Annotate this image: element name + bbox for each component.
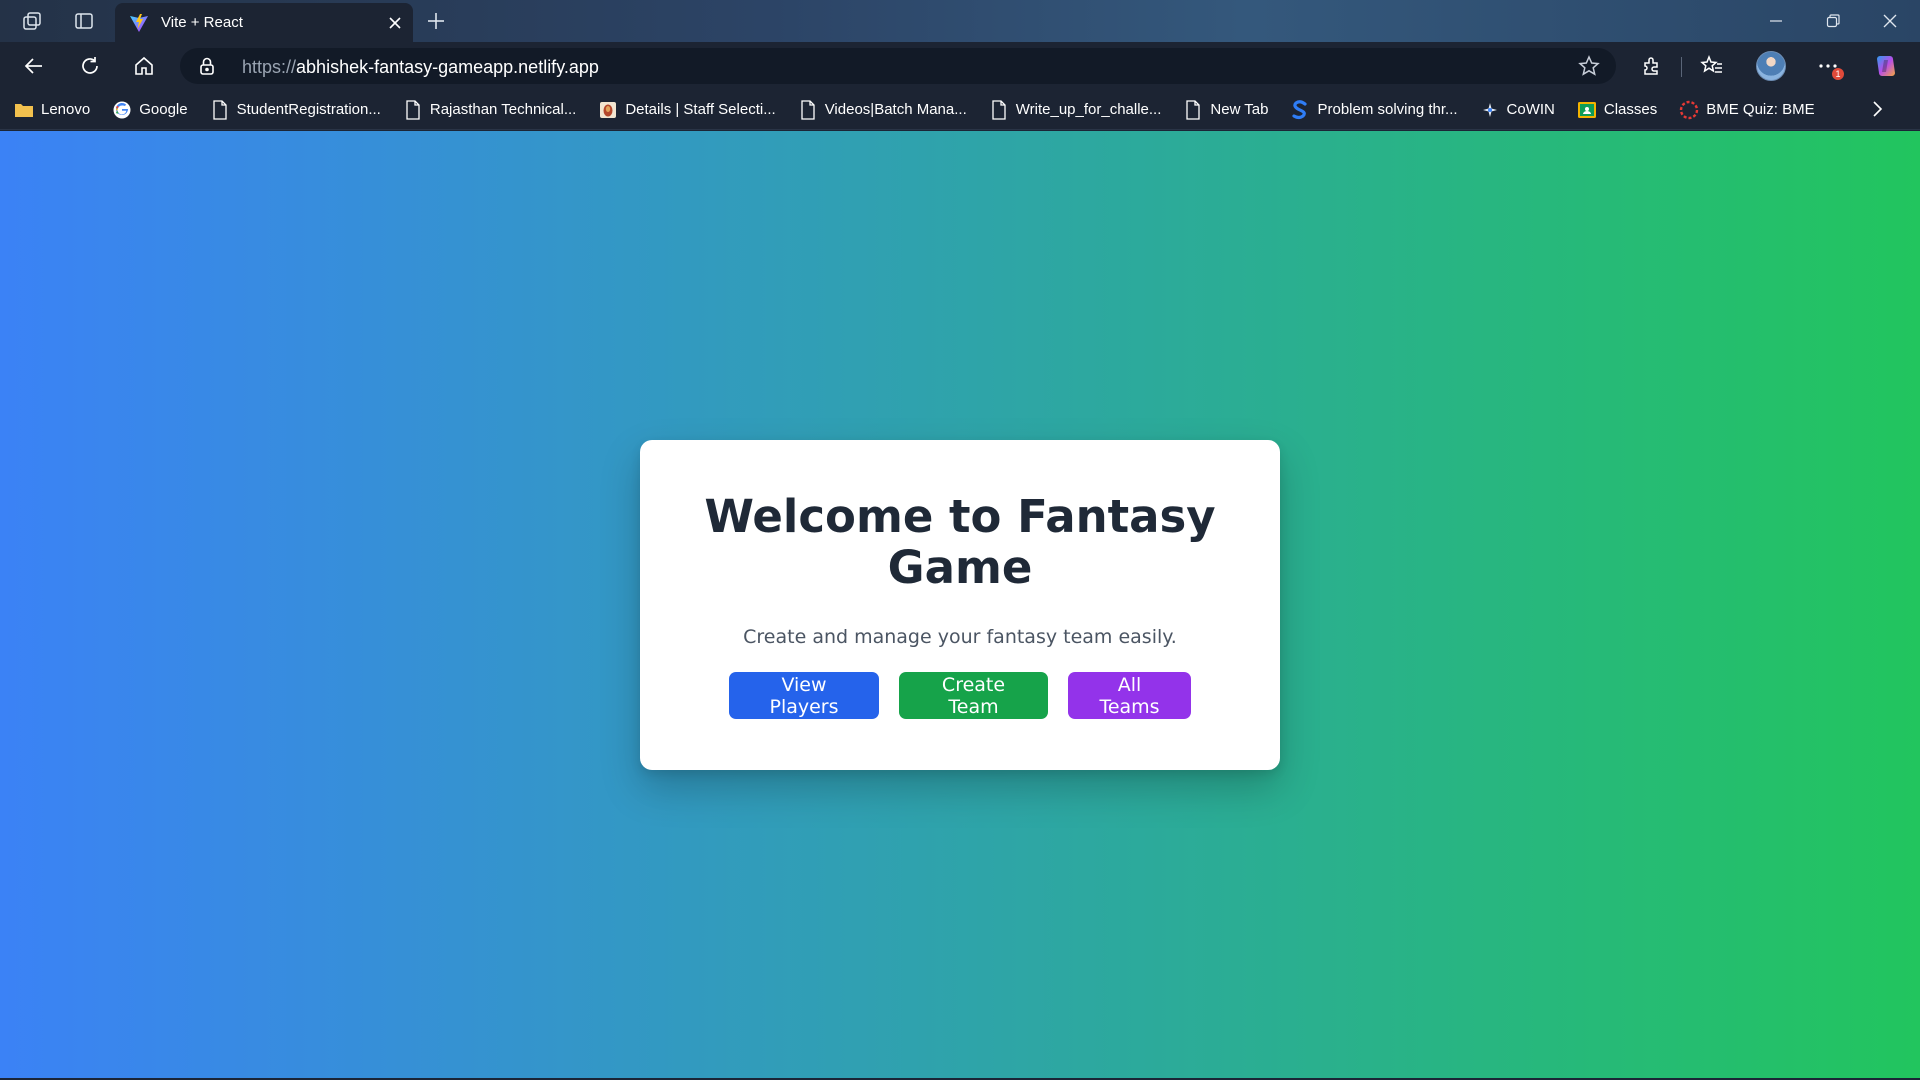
- profile-avatar[interactable]: [1756, 51, 1786, 81]
- google-icon: [112, 100, 132, 120]
- url-host: abhishek-fantasy-gameapp.netlify.app: [296, 57, 599, 77]
- bookmark-label: Problem solving thr...: [1317, 101, 1458, 118]
- favorites-icon[interactable]: [1694, 50, 1730, 82]
- bookmark-problem-solving[interactable]: Problem solving thr...: [1290, 96, 1458, 124]
- bookmark-label: Details | Staff Selecti...: [625, 101, 776, 118]
- bookmark-lenovo[interactable]: Lenovo: [14, 96, 90, 124]
- address-bar[interactable]: https://abhishek-fantasy-gameapp.netlify…: [180, 48, 1616, 84]
- tab-active[interactable]: Vite + React: [115, 3, 413, 42]
- restore-icon[interactable]: [1805, 0, 1861, 42]
- page-icon: [798, 99, 818, 120]
- bookmark-new-tab[interactable]: New Tab: [1183, 96, 1268, 124]
- tab-title: Vite + React: [161, 14, 243, 31]
- bookmark-label: CoWIN: [1506, 101, 1555, 118]
- lock-icon[interactable]: [198, 56, 216, 76]
- page-icon: [210, 99, 230, 120]
- bookmark-staff-selection[interactable]: Details | Staff Selecti...: [598, 96, 776, 124]
- s-logo-icon: [1290, 99, 1310, 120]
- minimize-icon[interactable]: [1748, 0, 1804, 42]
- bookmark-google[interactable]: Google: [112, 96, 188, 124]
- classroom-icon: [1577, 100, 1597, 120]
- page-title: Welcome to Fantasy Game: [704, 490, 1216, 594]
- home-icon[interactable]: [126, 50, 162, 82]
- action-buttons: View Players Create Team All Teams: [640, 672, 1280, 719]
- refresh-icon[interactable]: [72, 50, 108, 82]
- emblem-icon: [598, 100, 618, 120]
- welcome-card: Welcome to Fantasy Game Create and manag…: [640, 440, 1280, 770]
- page-background: Welcome to Fantasy Game Create and manag…: [0, 131, 1920, 1078]
- bookmark-label: Classes: [1603, 101, 1658, 118]
- workspaces-icon[interactable]: [6, 0, 58, 42]
- bookmark-videos-batch[interactable]: Videos|Batch Mana...: [798, 96, 967, 124]
- bookmark-bme-quiz[interactable]: BME Quiz: BME: [1679, 96, 1815, 124]
- back-icon[interactable]: [16, 50, 52, 82]
- bookmark-label: New Tab: [1210, 101, 1269, 118]
- bookmark-label: StudentRegistration...: [236, 101, 381, 118]
- page-icon: [989, 99, 1009, 120]
- create-team-button[interactable]: Create Team: [899, 672, 1048, 719]
- vite-logo-icon: [130, 13, 148, 32]
- bookmark-label: Videos|Batch Mana...: [824, 101, 967, 118]
- close-tab-icon[interactable]: [381, 9, 409, 37]
- cowin-icon: [1480, 100, 1500, 120]
- bookmark-rajasthan-technical[interactable]: Rajasthan Technical...: [403, 96, 576, 124]
- bookmark-label: Lenovo: [41, 101, 91, 118]
- navigation-bar: https://abhishek-fantasy-gameapp.netlify…: [0, 42, 1920, 90]
- extensions-icon[interactable]: [1634, 50, 1670, 82]
- copilot-icon[interactable]: [1868, 50, 1904, 82]
- toolbar-divider: [1681, 57, 1682, 77]
- tab-actions-icon[interactable]: [58, 0, 110, 42]
- bookmarks-bar: Lenovo Google StudentRegistration... Raj…: [0, 90, 1920, 130]
- bookmark-write-up[interactable]: Write_up_for_challe...: [989, 96, 1162, 124]
- bookmark-label: Rajasthan Technical...: [429, 101, 577, 118]
- bookmark-label: BME Quiz: BME: [1706, 101, 1815, 118]
- bookmark-student-registration[interactable]: StudentRegistration...: [210, 96, 381, 124]
- folder-icon: [14, 100, 34, 120]
- title-bar: Vite + React: [0, 0, 1920, 42]
- close-window-icon[interactable]: [1862, 0, 1918, 42]
- bookmark-cowin[interactable]: CoWIN: [1480, 96, 1555, 124]
- bookmark-label: Write_up_for_challe...: [1015, 101, 1162, 118]
- favorite-star-icon[interactable]: [1578, 55, 1600, 77]
- notification-badge: 1: [1832, 68, 1844, 80]
- all-teams-button[interactable]: All Teams: [1068, 672, 1191, 719]
- view-players-button[interactable]: View Players: [729, 672, 879, 719]
- quiz-icon: [1679, 100, 1699, 120]
- bookmark-label: Google: [139, 101, 188, 118]
- url-text[interactable]: https://abhishek-fantasy-gameapp.netlify…: [242, 57, 599, 78]
- new-tab-icon[interactable]: [420, 6, 452, 36]
- chevron-right-icon[interactable]: [1870, 100, 1884, 123]
- page-icon: [403, 99, 423, 120]
- bookmark-classes[interactable]: Classes: [1577, 96, 1657, 124]
- url-scheme: https://: [242, 57, 297, 77]
- page-subtitle: Create and manage your fantasy team easi…: [743, 626, 1177, 648]
- page-icon: [1183, 99, 1203, 120]
